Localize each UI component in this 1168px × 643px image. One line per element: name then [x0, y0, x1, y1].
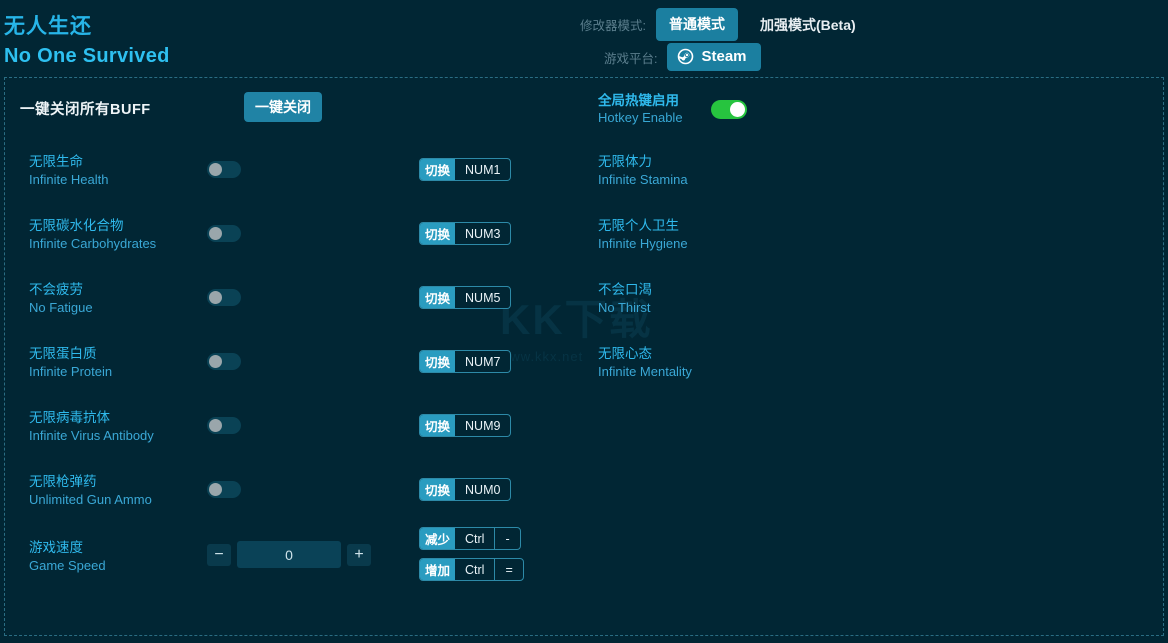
cheat-toggle[interactable] [207, 225, 241, 242]
toggle-knob [209, 419, 222, 432]
game-speed-decrease-hotkey[interactable]: 减少 Ctrl - [419, 527, 521, 550]
cheat-hotkey-button[interactable]: 切换 NUM1 [419, 158, 512, 181]
game-speed-value[interactable]: 0 [237, 541, 341, 568]
cheat-label-cn: 无限生命 [29, 154, 83, 169]
cheat-toggle[interactable] [207, 161, 241, 178]
disable-all-buffs-label: 一键关闭所有BUFF [20, 102, 151, 118]
cheat-label-en: Infinite Virus Antibody [29, 428, 154, 443]
toggle-knob [209, 355, 222, 368]
cheat-label-en: Infinite Hygiene [598, 236, 688, 251]
cheat-hotkey-button[interactable]: 切换 NUM5 [419, 286, 512, 309]
hotkey-action-label: 增加 [420, 559, 456, 580]
hotkey-enable-block: 全局热键启用 Hotkey Enable [598, 92, 747, 126]
cheat-labels: 无限生命 Infinite Health [29, 152, 109, 189]
hotkey-enable-label-en: Hotkey Enable [598, 110, 683, 125]
hotkey-key-label: NUM3 [465, 226, 501, 241]
cheat-label-cn: 不会口渴 [598, 282, 652, 297]
hotkey-action-label: 切换 [420, 159, 456, 180]
cheat-toggle[interactable] [207, 417, 241, 434]
hotkey-enable-labels: 全局热键启用 Hotkey Enable [598, 92, 683, 126]
hotkey-modifier-label: Ctrl [465, 531, 485, 546]
cheat-hotkey-button[interactable]: 切换 NUM3 [419, 222, 512, 245]
hotkey-action-label: 切换 [420, 415, 456, 436]
cheat-label-cn: 不会疲劳 [29, 282, 83, 297]
game-speed-label-cn: 游戏速度 [29, 540, 83, 555]
game-speed-stepper: − 0 + [207, 541, 371, 568]
cheat-labels: 不会口渴 No Thirst [598, 280, 652, 317]
cheat-label-en: Infinite Protein [29, 364, 113, 379]
hotkey-key-label: NUM1 [465, 162, 501, 177]
hotkey-action-label: 减少 [420, 528, 456, 549]
hotkey-key-label: = [494, 559, 522, 580]
toggle-knob [209, 163, 222, 176]
cheat-label-cn: 无限碳水化合物 [29, 218, 124, 233]
cheat-labels: 无限枪弹药 Unlimited Gun Ammo [29, 472, 152, 509]
cheat-label-cn: 无限病毒抗体 [29, 410, 110, 425]
hotkey-enable-toggle[interactable] [710, 99, 747, 119]
cheat-label-cn: 无限心态 [598, 346, 652, 361]
disable-all-buffs-button[interactable]: 一键关闭 [244, 92, 322, 122]
cheat-labels: 无限个人卫生 Infinite Hygiene [598, 216, 688, 253]
toggle-knob [729, 101, 745, 117]
hotkey-modifier-label: Ctrl [465, 562, 485, 577]
modifier-window: KK下载 www.kkx.net 无人生还 No One Survived 修改… [0, 0, 1168, 643]
cheat-labels: 无限碳水化合物 Infinite Carbohydrates [29, 216, 156, 253]
game-speed-increment-button[interactable]: + [347, 543, 371, 566]
cheat-labels: 不会疲劳 No Fatigue [29, 280, 93, 317]
hotkey-action-label: 切换 [420, 223, 456, 244]
cheat-label-cn: 无限体力 [598, 154, 652, 169]
cheat-label-en: No Thirst [598, 300, 651, 315]
game-speed-decrement-button[interactable]: − [207, 543, 231, 566]
cheat-labels: 无限病毒抗体 Infinite Virus Antibody [29, 408, 154, 445]
cheat-hotkey-button[interactable]: 切换 NUM9 [419, 414, 512, 437]
hotkey-key-label: NUM7 [465, 354, 501, 369]
hotkey-action-label: 切换 [420, 351, 456, 372]
cheat-label-en: No Fatigue [29, 300, 93, 315]
game-speed-label-en: Game Speed [29, 558, 106, 573]
cheat-toggle[interactable] [207, 289, 241, 306]
cheat-label-cn: 无限蛋白质 [29, 346, 97, 361]
cheat-label-en: Infinite Stamina [598, 172, 688, 187]
cheat-list: 一键关闭所有BUFF 一键关闭 全局热键启用 Hotkey Enable 无限生… [0, 0, 1168, 643]
cheat-label-en: Infinite Health [29, 172, 109, 187]
hotkey-key-label: NUM5 [465, 290, 501, 305]
cheat-labels: 无限蛋白质 Infinite Protein [29, 344, 112, 381]
hotkey-action-label: 切换 [420, 287, 456, 308]
toggle-knob [209, 291, 222, 304]
game-speed-increase-hotkey[interactable]: 增加 Ctrl = [419, 558, 524, 581]
cheat-labels: 无限心态 Infinite Mentality [598, 344, 692, 381]
cheat-label-en: Unlimited Gun Ammo [29, 492, 152, 507]
cheat-hotkey-button[interactable]: 切换 NUM0 [419, 478, 512, 501]
toggle-knob [209, 483, 222, 496]
hotkey-key-label: - [494, 528, 519, 549]
hotkey-key-label: NUM9 [465, 418, 501, 433]
cheat-label-cn: 无限枪弹药 [29, 474, 97, 489]
cheat-label-en: Infinite Carbohydrates [29, 236, 157, 251]
cheat-labels: 无限体力 Infinite Stamina [598, 152, 688, 189]
hotkey-enable-label-cn: 全局热键启用 [598, 93, 679, 108]
hotkey-key-label: NUM0 [465, 482, 501, 497]
hotkey-action-label: 切换 [420, 479, 456, 500]
cheat-toggle[interactable] [207, 481, 241, 498]
cheat-label-cn: 无限个人卫生 [598, 218, 679, 233]
toggle-knob [209, 227, 222, 240]
cheat-hotkey-button[interactable]: 切换 NUM7 [419, 350, 512, 373]
cheat-label-en: Infinite Mentality [598, 364, 692, 379]
cheat-toggle[interactable] [207, 353, 241, 370]
game-speed-labels: 游戏速度 Game Speed [29, 538, 106, 575]
